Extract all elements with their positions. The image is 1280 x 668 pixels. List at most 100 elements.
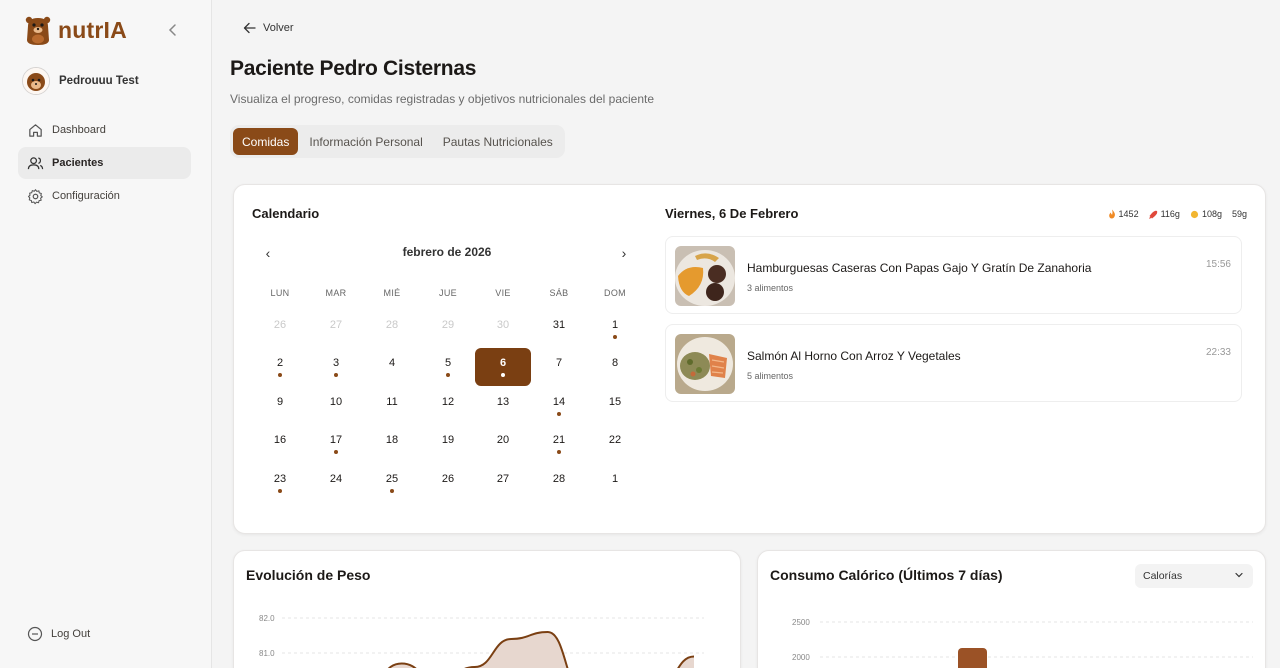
calendar-day-number: 20 (496, 434, 510, 446)
calendar-day[interactable]: 15 (587, 387, 643, 425)
back-label: Volver (263, 22, 294, 34)
calendar-day-number: 13 (496, 396, 510, 408)
weekday-label: MAR (325, 288, 347, 298)
next-month-button[interactable]: › (616, 245, 632, 261)
meal-indicator-dot (446, 373, 450, 377)
calendar-day[interactable]: 18 (364, 425, 420, 463)
tab-informacion-personal[interactable]: Información Personal (300, 128, 431, 155)
calendar-day[interactable]: 17 (308, 425, 364, 463)
meal-photo (675, 334, 735, 394)
collapse-sidebar-button[interactable] (164, 20, 182, 40)
calendar-day[interactable]: 24 (308, 464, 364, 502)
calendar-day[interactable]: 19 (420, 425, 476, 463)
y-tick-label: 2500 (792, 618, 810, 627)
users-icon (27, 156, 44, 169)
calendar-day[interactable]: 23 (252, 464, 308, 502)
calendar-day[interactable]: 26 (420, 464, 476, 502)
burger-plate-image (675, 246, 735, 306)
calendar-day[interactable]: 8 (587, 348, 643, 386)
calendar-day-number: 27 (329, 319, 343, 331)
calendar-day[interactable]: 16 (252, 425, 308, 463)
calendar-day[interactable]: 1 (587, 310, 643, 348)
calendar-day-number: 23 (273, 473, 287, 485)
calendar-day-number: 10 (329, 396, 343, 408)
user-name: Pedrouuu Test (59, 75, 139, 87)
tab-pautas-nutricionales[interactable]: Pautas Nutricionales (434, 128, 562, 155)
calendar-day[interactable]: 25 (364, 464, 420, 502)
calendar-day[interactable]: 28 (364, 310, 420, 348)
calendar-day[interactable]: 4 (364, 348, 420, 386)
brand[interactable]: nutrIA (24, 14, 127, 46)
sidebar-item-pacientes[interactable]: Pacientes (18, 147, 191, 179)
sidebar-item-label: Dashboard (52, 124, 106, 136)
calendar-day[interactable]: 27 (308, 310, 364, 348)
calendar-day[interactable]: 3 (308, 348, 364, 386)
weekday-label: VIE (495, 288, 511, 298)
calendar-day-selected[interactable]: 6 (475, 348, 531, 386)
calendar-day[interactable]: 7 (531, 348, 587, 386)
calendar-day[interactable]: 27 (475, 464, 531, 502)
calendar-day[interactable]: 12 (420, 387, 476, 425)
calendar-day[interactable]: 29 (420, 310, 476, 348)
brand-name: nutrIA (58, 16, 127, 43)
weight-area (389, 632, 694, 668)
calendar-day[interactable]: 11 (364, 387, 420, 425)
fat-value: 59g (1231, 209, 1247, 219)
selected-day-title: Viernes, 6 De Febrero (665, 206, 799, 221)
meal-food-count: 5 alimentos (747, 371, 794, 381)
calendar-day[interactable]: 21 (531, 425, 587, 463)
y-tick-label: 82.0 (259, 614, 275, 623)
calendar-day-number: 28 (552, 473, 566, 485)
calendar-day-number: 27 (496, 473, 510, 485)
protein-macro: 116g (1148, 209, 1180, 219)
calendar-day[interactable]: 13 (475, 387, 531, 425)
otter-avatar-icon (23, 68, 49, 94)
calorie-bar (958, 648, 987, 668)
weekday-label: SÁB (549, 288, 569, 298)
weekday-label: DOM (604, 288, 626, 298)
main-content: Volver Paciente Pedro Cisternas Visualiz… (213, 0, 1280, 668)
calendar-day-number: 1 (611, 319, 619, 331)
logout-button[interactable]: Log Out (27, 626, 90, 642)
calendar-day[interactable]: 30 (475, 310, 531, 348)
calendar-day-number: 14 (552, 396, 566, 408)
calendar-day-number: 7 (555, 357, 563, 369)
calendar-day[interactable]: 26 (252, 310, 308, 348)
calendar-day-number: 4 (388, 357, 396, 369)
calendar-day[interactable]: 2 (252, 348, 308, 386)
meal-item[interactable]: Salmón Al Horno Con Arroz Y Vegetales 5 … (665, 324, 1242, 402)
calendar-month-label: febrero de 2026 (402, 245, 492, 259)
tab-comidas[interactable]: Comidas (233, 128, 299, 155)
calendar-day-number: 28 (385, 319, 399, 331)
calendar-card: Calendario ‹ febrero de 2026 › LUN MAR MIÉ… (233, 184, 1266, 534)
calendar-day-number: 12 (441, 396, 455, 408)
calendar-day-number: 15 (608, 396, 622, 408)
sidebar-item-configuracion[interactable]: Configuración (18, 180, 191, 212)
meal-indicator-dot (390, 489, 394, 493)
grain-icon (1190, 210, 1199, 218)
calendar-day[interactable]: 28 (531, 464, 587, 502)
logout-icon (27, 626, 43, 642)
home-icon (29, 123, 42, 137)
calendar-day[interactable]: 5 (420, 348, 476, 386)
page-subtitle: Visualiza el progreso, comidas registrad… (230, 92, 655, 106)
calendar-day-number: 29 (441, 319, 455, 331)
sidebar-item-dashboard[interactable]: Dashboard (18, 114, 191, 146)
calendar-day[interactable]: 9 (252, 387, 308, 425)
calendar-day[interactable]: 22 (587, 425, 643, 463)
calendar-day[interactable]: 20 (475, 425, 531, 463)
user-profile[interactable]: Pedrouuu Test (22, 67, 139, 95)
calendar-day[interactable]: 1 (587, 464, 643, 502)
meal-name: Hamburguesas Caseras Con Papas Gajo Y Gr… (747, 261, 1092, 275)
calendar-day[interactable]: 31 (531, 310, 587, 348)
weekday-label: LUN (270, 288, 290, 298)
calendar-day[interactable]: 10 (308, 387, 364, 425)
meal-item[interactable]: Hamburguesas Caseras Con Papas Gajo Y Gr… (665, 236, 1242, 314)
protein-value: 116g (1160, 209, 1180, 219)
carbs-macro: 108g (1190, 209, 1222, 219)
weekday-label: MIÉ (383, 288, 401, 298)
back-button[interactable]: Volver (243, 22, 294, 34)
calendar-day[interactable]: 14 (531, 387, 587, 425)
calendar-day-number: 9 (276, 396, 284, 408)
calendar-day-number: 6 (499, 357, 507, 369)
